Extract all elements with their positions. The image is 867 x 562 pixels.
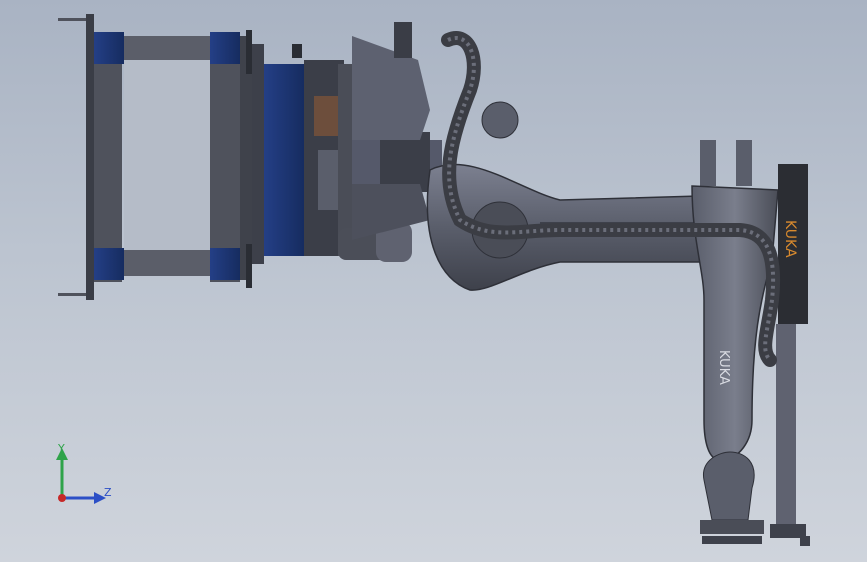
sleeve-brand-text: KUKA	[782, 220, 798, 258]
triad-y-label: Y	[58, 442, 65, 455]
arm-brand-text: KUKA	[716, 350, 731, 385]
triad-z-label: Z	[104, 486, 112, 499]
gripper-frame	[58, 14, 252, 300]
robot-model[interactable]: KUKA KUKA	[0, 0, 867, 562]
robot-base	[700, 451, 764, 544]
cad-viewport[interactable]: KUKA KUKA Y Z	[0, 0, 867, 562]
